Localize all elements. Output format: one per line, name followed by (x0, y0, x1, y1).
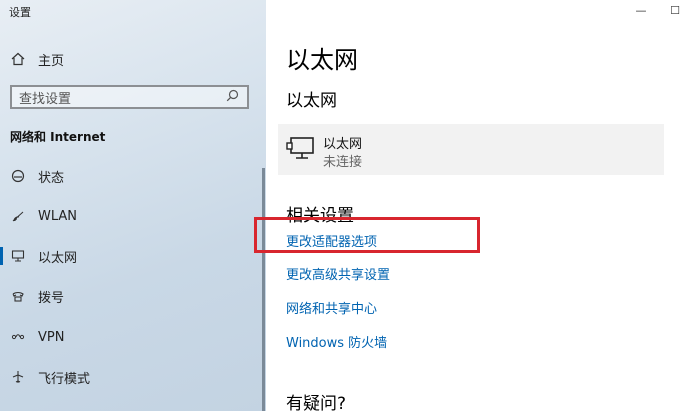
sidebar-item-label: 飞行模式 (38, 371, 91, 387)
home-label: 主页 (38, 53, 65, 69)
page-title: 以太网 (286, 46, 358, 74)
sidebar-item-label: WLAN (38, 208, 78, 224)
windows-firewall-link[interactable]: Windows 防火墙 (286, 332, 387, 351)
sidebar-item-status[interactable]: 状态 (0, 162, 262, 190)
wifi-icon (10, 209, 26, 223)
section-title: 网络和 Internet (10, 130, 106, 144)
minimize-button[interactable]: — (624, 0, 658, 22)
home-icon (10, 52, 26, 66)
maximize-button[interactable]: ☐ (658, 0, 692, 22)
ethernet-icon (10, 249, 26, 263)
sidebar-item-wlan[interactable]: WLAN (0, 202, 262, 230)
sidebar-item-label: VPN (38, 329, 65, 345)
search-icon[interactable] (226, 89, 239, 106)
search-placeholder: 查找设置 (19, 91, 72, 107)
network-sharing-center-link[interactable]: 网络和共享中心 (286, 298, 377, 317)
sidebar-item-vpn[interactable]: VPN (0, 323, 262, 351)
sidebar-item-label: 以太网 (38, 250, 78, 266)
window-controls: — ☐ (624, 0, 692, 22)
sidebar-item-label: 拨号 (38, 290, 65, 306)
ethernet-monitor-icon (286, 134, 318, 166)
status-icon (10, 169, 26, 183)
network-card[interactable]: 以太网 未连接 (278, 124, 664, 175)
active-indicator (0, 247, 3, 265)
sidebar-item-dialup[interactable]: 拨号 (0, 282, 262, 310)
sidebar-item-label: 状态 (38, 170, 65, 186)
section-subtitle: 以太网 (286, 91, 337, 111)
help-heading: 有疑问? (286, 394, 347, 414)
home-nav-item[interactable]: 主页 (10, 49, 64, 69)
change-adapter-options-link[interactable]: 更改适配器选项 (286, 231, 377, 250)
airplane-icon (10, 370, 26, 384)
network-status: 未连接 (323, 155, 363, 170)
sidebar-item-airplane[interactable]: 飞行模式 (0, 363, 262, 391)
window-title: 设置 (9, 6, 31, 19)
sidebar-scrollbar[interactable] (262, 168, 265, 411)
main-content: — ☐ 以太网 以太网 以太网 未连接 相关设置 更改适配器选项 更改高级共享设… (254, 0, 692, 414)
sidebar: 设置 主页 查找设置 网络和 Internet 状态 WLAN 以太网 拨号 V… (0, 0, 266, 411)
sidebar-item-ethernet[interactable]: 以太网 (0, 242, 262, 270)
network-name: 以太网 (323, 137, 363, 152)
search-input[interactable]: 查找设置 (10, 85, 249, 109)
vpn-icon (10, 330, 26, 344)
dialup-icon (10, 289, 26, 303)
advanced-sharing-link[interactable]: 更改高级共享设置 (286, 264, 390, 283)
